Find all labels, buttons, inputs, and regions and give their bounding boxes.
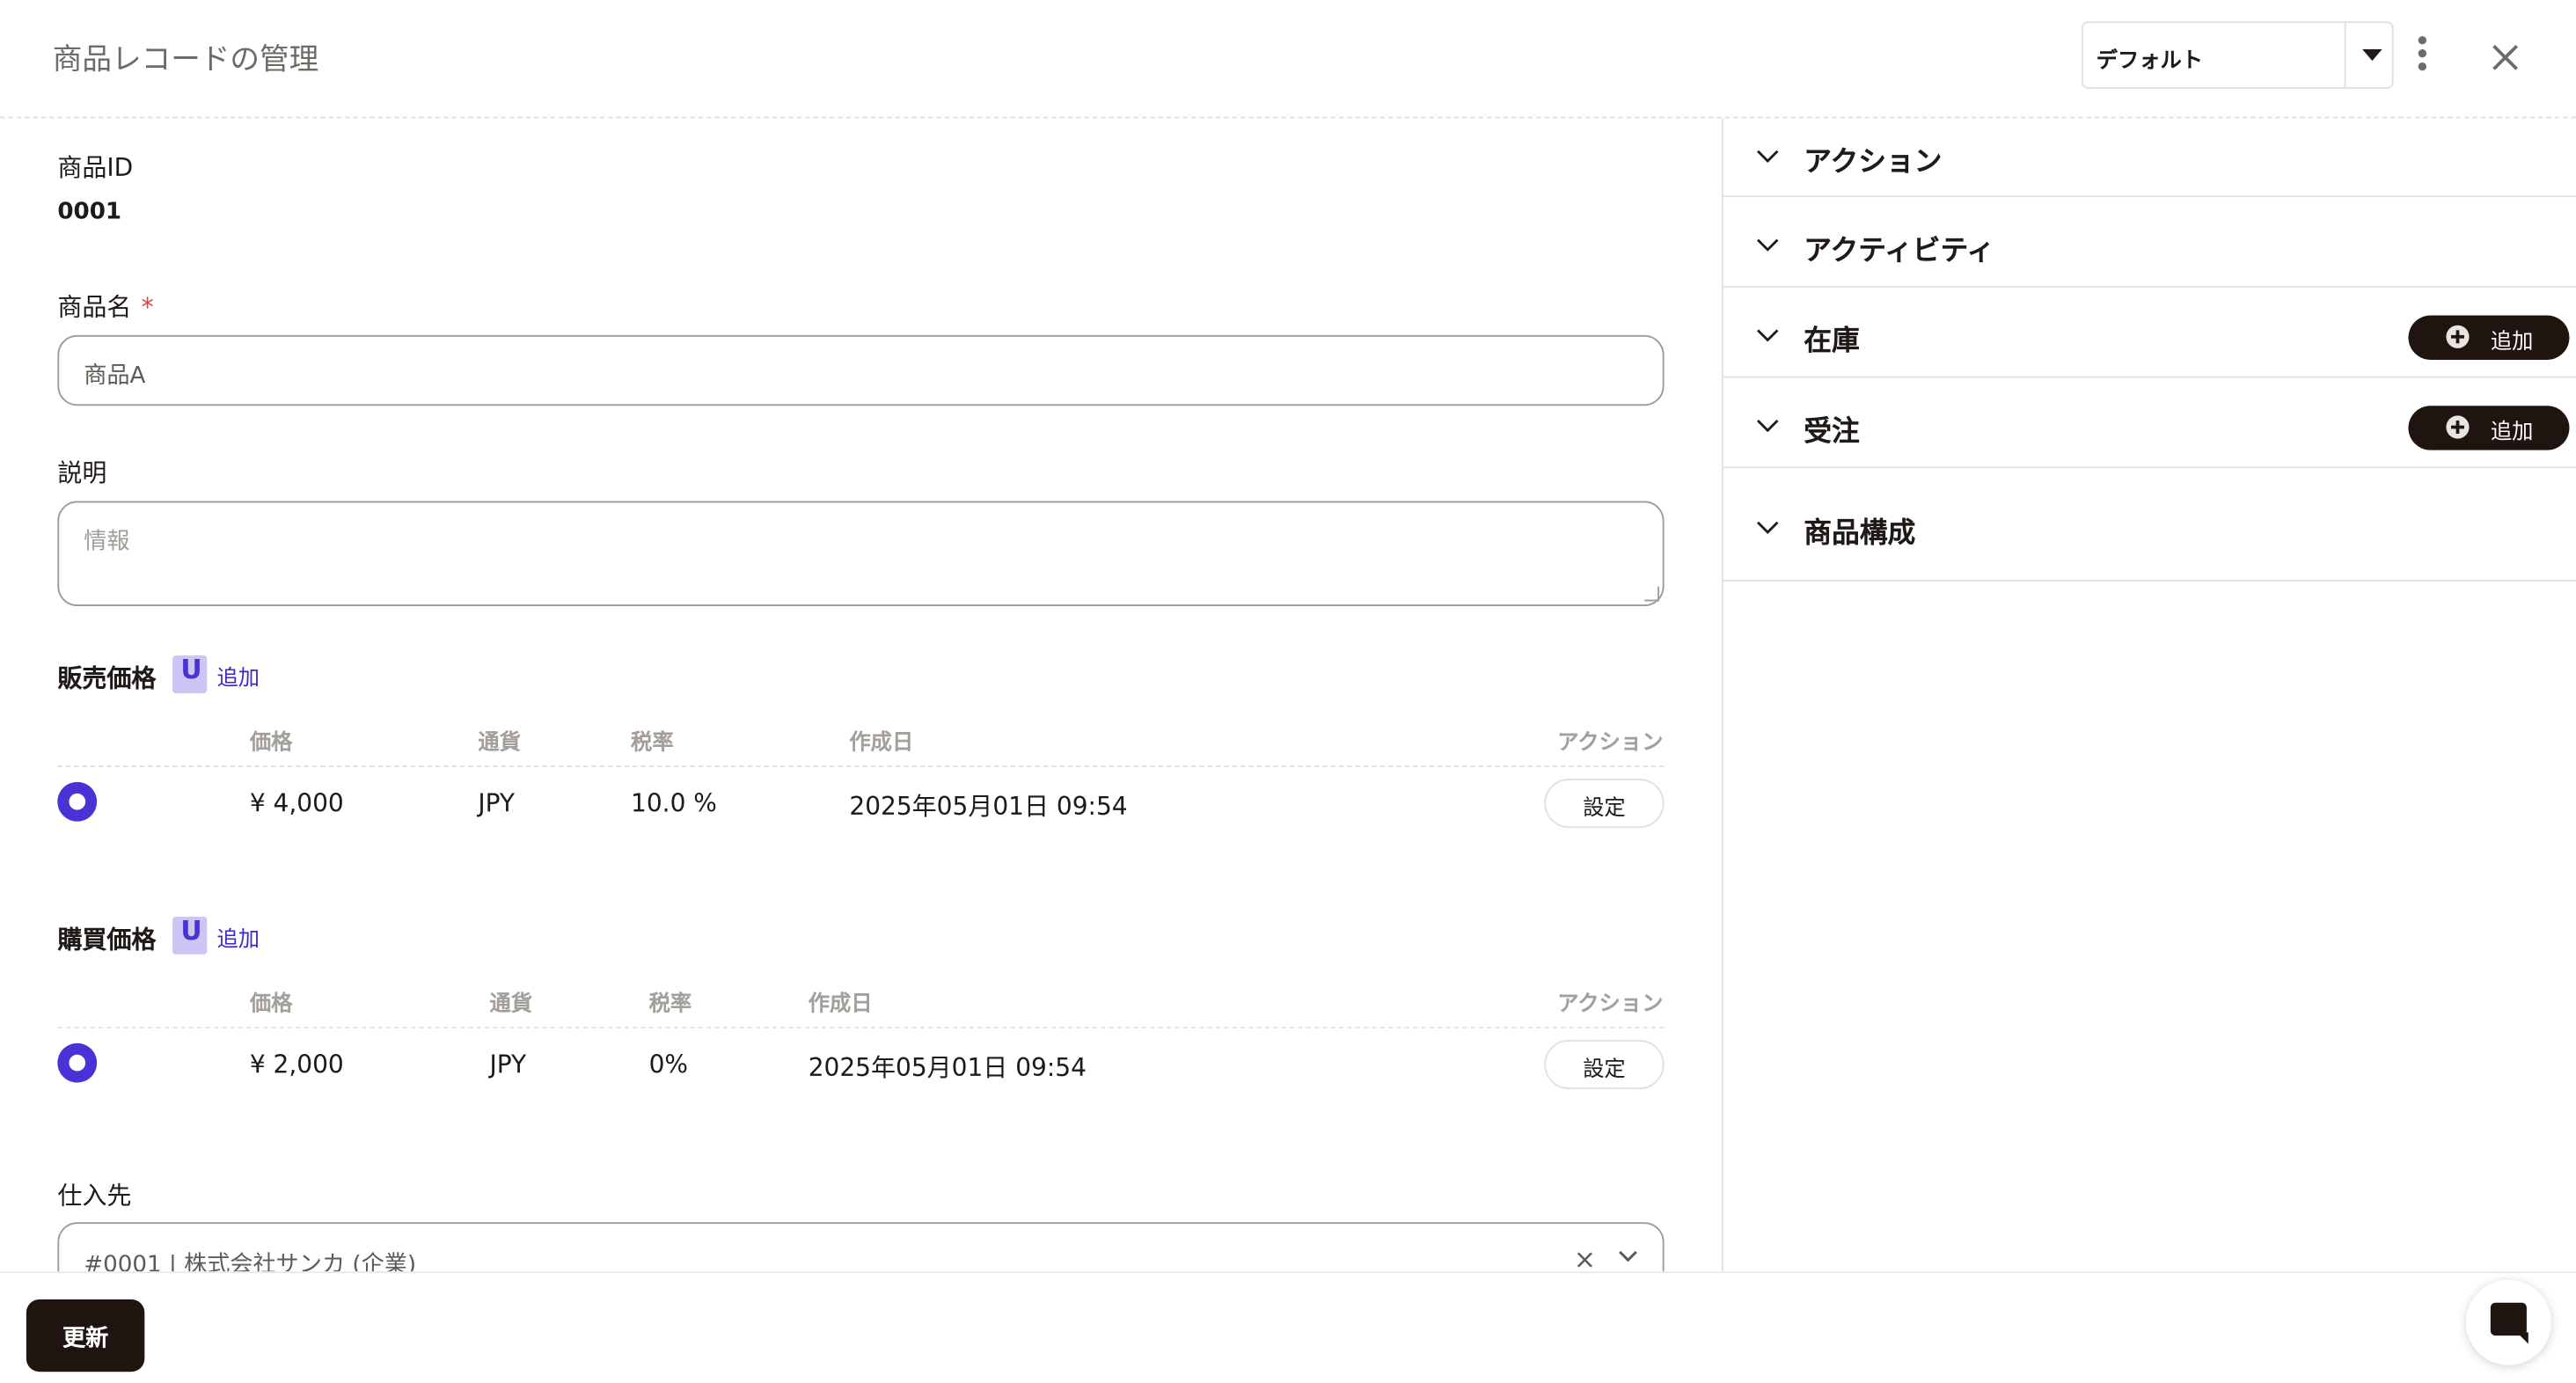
column-header: 価格 [249,992,293,1017]
default-radio[interactable] [57,1043,98,1083]
accordion-label: 在庫 [1804,325,1860,359]
chevron-down-icon [1757,150,1779,163]
default-radio[interactable] [57,781,98,822]
view-select-value: デフォルト [2096,49,2204,75]
resize-handle-icon[interactable] [1644,586,1659,602]
price-cell: ¥ 2,000 [249,1050,344,1079]
plus-icon [2446,415,2470,439]
product-name-value: 商品A [84,362,146,390]
plus-icon [2446,325,2470,348]
accordion-orders[interactable]: 受注 追加 [1723,377,2576,469]
description-label: 説明 [57,457,107,488]
page-title: 商品レコードの管理 [52,42,319,77]
settings-button[interactable]: 設定 [1544,779,1665,829]
table-divider [57,1027,1665,1028]
inventory-add-button[interactable]: 追加 [2408,315,2570,360]
product-id-value: 0001 [57,198,122,225]
created-cell: 2025年05月01日 09:54 [849,792,1128,822]
view-select[interactable]: デフォルト [2081,21,2394,89]
supplier-select[interactable]: #0001 | 株式会社サンカ (企業) × [57,1222,1665,1272]
purchase-price-badge: U [172,915,208,955]
accordion-label: アクティビティ [1804,235,1995,268]
currency-cell: JPY [478,788,516,818]
sales-price-label: 販売価格 [57,663,157,694]
more-options-icon[interactable] [2408,33,2434,78]
record-form: 商品ID 0001 商品名 * 商品A 説明 情報 販売価格 U 追加 価格 通貨… [0,118,1723,1272]
purchase-price-add-link[interactable]: 追加 [216,922,260,953]
purchase-price-label: 購買価格 [57,925,157,955]
chevron-down-icon [1757,521,1779,534]
chevron-down-icon [1757,420,1779,433]
product-name-input[interactable]: 商品A [57,334,1665,406]
side-panel: アクション アクティビティ 在庫 追加 受注 追加 商品構成 [1723,118,2576,1271]
view-select-divider [2344,23,2346,87]
column-header: 税率 [648,992,692,1017]
sales-price-badge: U [172,654,208,694]
currency-cell: JPY [489,1050,527,1079]
chevron-down-icon [1757,238,1779,252]
product-name-label: 商品名 * [57,292,154,322]
column-header: アクション [1557,730,1664,756]
created-cell: 2025年05月01日 09:54 [808,1052,1087,1083]
footer-bar: 更新 [0,1271,2576,1383]
column-header: 税率 [631,730,674,756]
chevron-down-icon [1757,329,1779,342]
accordion-label: 受注 [1804,415,1860,449]
accordion-label: 商品構成 [1804,517,1916,551]
orders-add-button[interactable]: 追加 [2408,406,2570,450]
product-id-label: 商品ID [57,152,134,183]
chevron-down-icon[interactable] [1616,1245,1639,1268]
column-header: 通貨 [489,992,533,1017]
accordion-label: アクション [1804,146,1943,179]
required-mark: * [141,292,154,322]
description-placeholder: 情報 [84,529,130,556]
accordion-activity[interactable]: アクティビティ [1723,197,2576,288]
accordion-actions[interactable]: アクション [1723,118,2576,198]
clear-icon[interactable]: × [1574,1244,1596,1272]
close-icon[interactable] [2484,36,2527,79]
table-divider [57,765,1665,768]
supplier-value: #0001 | 株式会社サンカ (企業) [84,1251,417,1272]
column-header: 通貨 [478,730,521,756]
caret-down-icon[interactable] [2362,49,2382,62]
tax-cell: 10.0 % [631,788,717,818]
accordion-inventory[interactable]: 在庫 追加 [1723,288,2576,378]
column-header: アクション [1557,992,1664,1017]
accordion-composition[interactable]: 商品構成 [1723,468,2576,582]
tax-cell: 0% [648,1050,689,1079]
column-header: 作成日 [849,730,914,756]
sales-price-add-link[interactable]: 追加 [216,661,260,692]
price-cell: ¥ 4,000 [249,788,344,818]
header: 商品レコードの管理 デフォルト [0,0,2576,119]
update-button[interactable]: 更新 [26,1299,145,1372]
chat-icon[interactable] [2465,1279,2551,1365]
description-textarea[interactable]: 情報 [57,501,1665,607]
settings-button[interactable]: 設定 [1544,1040,1665,1090]
column-header: 価格 [249,730,293,756]
column-header: 作成日 [808,992,873,1017]
supplier-label: 仕入先 [57,1181,132,1211]
